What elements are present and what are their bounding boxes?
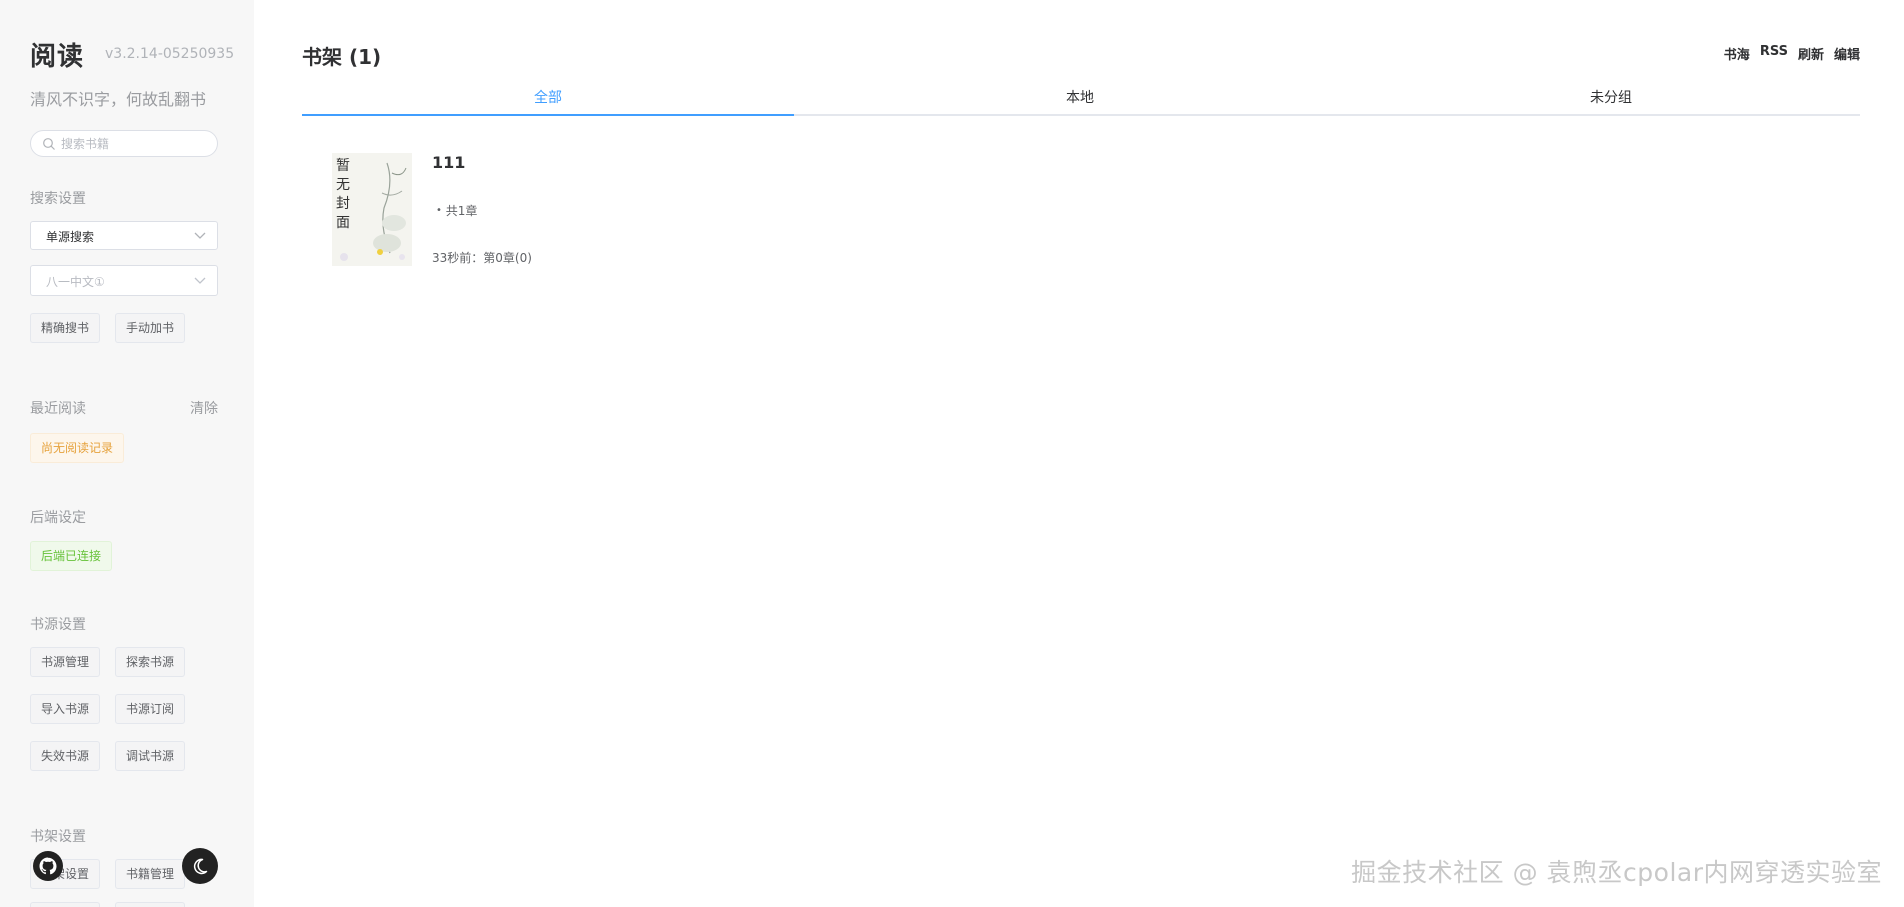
dark-mode-toggle[interactable]	[182, 848, 218, 884]
rss-button[interactable]: RSS	[1760, 44, 1788, 63]
section-shelf-settings: 书架设置	[30, 829, 86, 845]
cover-text: 暂无封面	[336, 158, 350, 231]
edit-button[interactable]: 编辑	[1834, 44, 1860, 63]
manual-add-book-button[interactable]: 手动加书	[115, 313, 186, 343]
main-content: 书架 (1) 书海 RSS 刷新 编辑 全部 本地 未分组 暂无封面 111 •…	[302, 0, 1860, 907]
exact-search-button[interactable]: 精确搜书	[30, 313, 101, 343]
section-recent-reading: 最近阅读	[30, 401, 86, 417]
refresh-button[interactable]: 刷新	[1798, 44, 1824, 63]
book-manage-button[interactable]: 书籍管理	[115, 859, 186, 889]
book-cover[interactable]: 暂无封面	[332, 153, 412, 266]
book-card[interactable]: 暂无封面 111 • 共1章 33秒前：第0章(0)	[332, 153, 732, 268]
extra-button[interactable]	[30, 902, 100, 907]
moon-icon	[193, 858, 208, 875]
tab-all[interactable]: 全部	[534, 87, 562, 107]
search-box[interactable]	[30, 130, 218, 157]
invalid-source-button[interactable]: 失效书源	[30, 741, 101, 771]
book-title: 111	[432, 153, 466, 172]
top-actions: 书海 RSS 刷新 编辑	[1724, 44, 1860, 63]
chevron-down-icon	[194, 277, 206, 284]
github-icon	[39, 857, 57, 875]
app-version: v3.2.14-05250935	[105, 46, 235, 62]
section-source-settings: 书源设置	[30, 617, 86, 633]
search-icon	[43, 138, 55, 150]
book-meta-text: 共1章	[445, 204, 478, 218]
shelf-tabs: 全部 本地 未分组	[302, 82, 1860, 116]
book-sea-button[interactable]: 书海	[1724, 44, 1750, 63]
section-backend-settings: 后端设定	[30, 510, 86, 526]
book-chapter-count: • 共1章	[436, 202, 477, 219]
source-manage-button[interactable]: 书源管理	[30, 647, 101, 677]
section-search-settings: 搜索设置	[30, 191, 86, 207]
search-source-value: 八一中文①	[46, 275, 105, 289]
backend-status-tag: 后端已连接	[30, 541, 113, 571]
github-button[interactable]	[33, 851, 63, 881]
app-title: 阅读	[30, 42, 85, 72]
tab-ungrouped[interactable]: 未分组	[1590, 87, 1632, 107]
sidebar: 阅读 v3.2.14-05250935 清风不识字，何故乱翻书 搜索设置 单源搜…	[0, 0, 254, 907]
search-mode-select[interactable]: 单源搜索	[30, 221, 218, 250]
no-reading-record-tag: 尚无阅读记录	[30, 433, 125, 463]
app-motto: 清风不识字，何故乱翻书	[30, 90, 207, 109]
page-title: 书架 (1)	[302, 45, 382, 69]
book-progress: 33秒前：第0章(0)	[432, 251, 532, 265]
search-mode-value: 单源搜索	[46, 230, 95, 244]
watermark: 掘金技术社区 @ 袁煦丞cpolar内网穿透实验室	[1351, 858, 1882, 887]
tab-local[interactable]: 本地	[1066, 87, 1094, 107]
extra-button[interactable]	[115, 902, 185, 907]
debug-source-button[interactable]: 调试书源	[115, 741, 186, 771]
bullet-icon: •	[436, 205, 442, 216]
active-tab-indicator	[302, 114, 794, 116]
chevron-down-icon	[194, 232, 206, 239]
clear-recent-button[interactable]: 清除	[190, 398, 218, 418]
search-input[interactable]	[61, 134, 211, 154]
subscribe-source-button[interactable]: 书源订阅	[115, 694, 186, 724]
search-source-select[interactable]: 八一中文①	[30, 265, 218, 296]
import-source-button[interactable]: 导入书源	[30, 694, 101, 724]
explore-source-button[interactable]: 探索书源	[115, 647, 186, 677]
